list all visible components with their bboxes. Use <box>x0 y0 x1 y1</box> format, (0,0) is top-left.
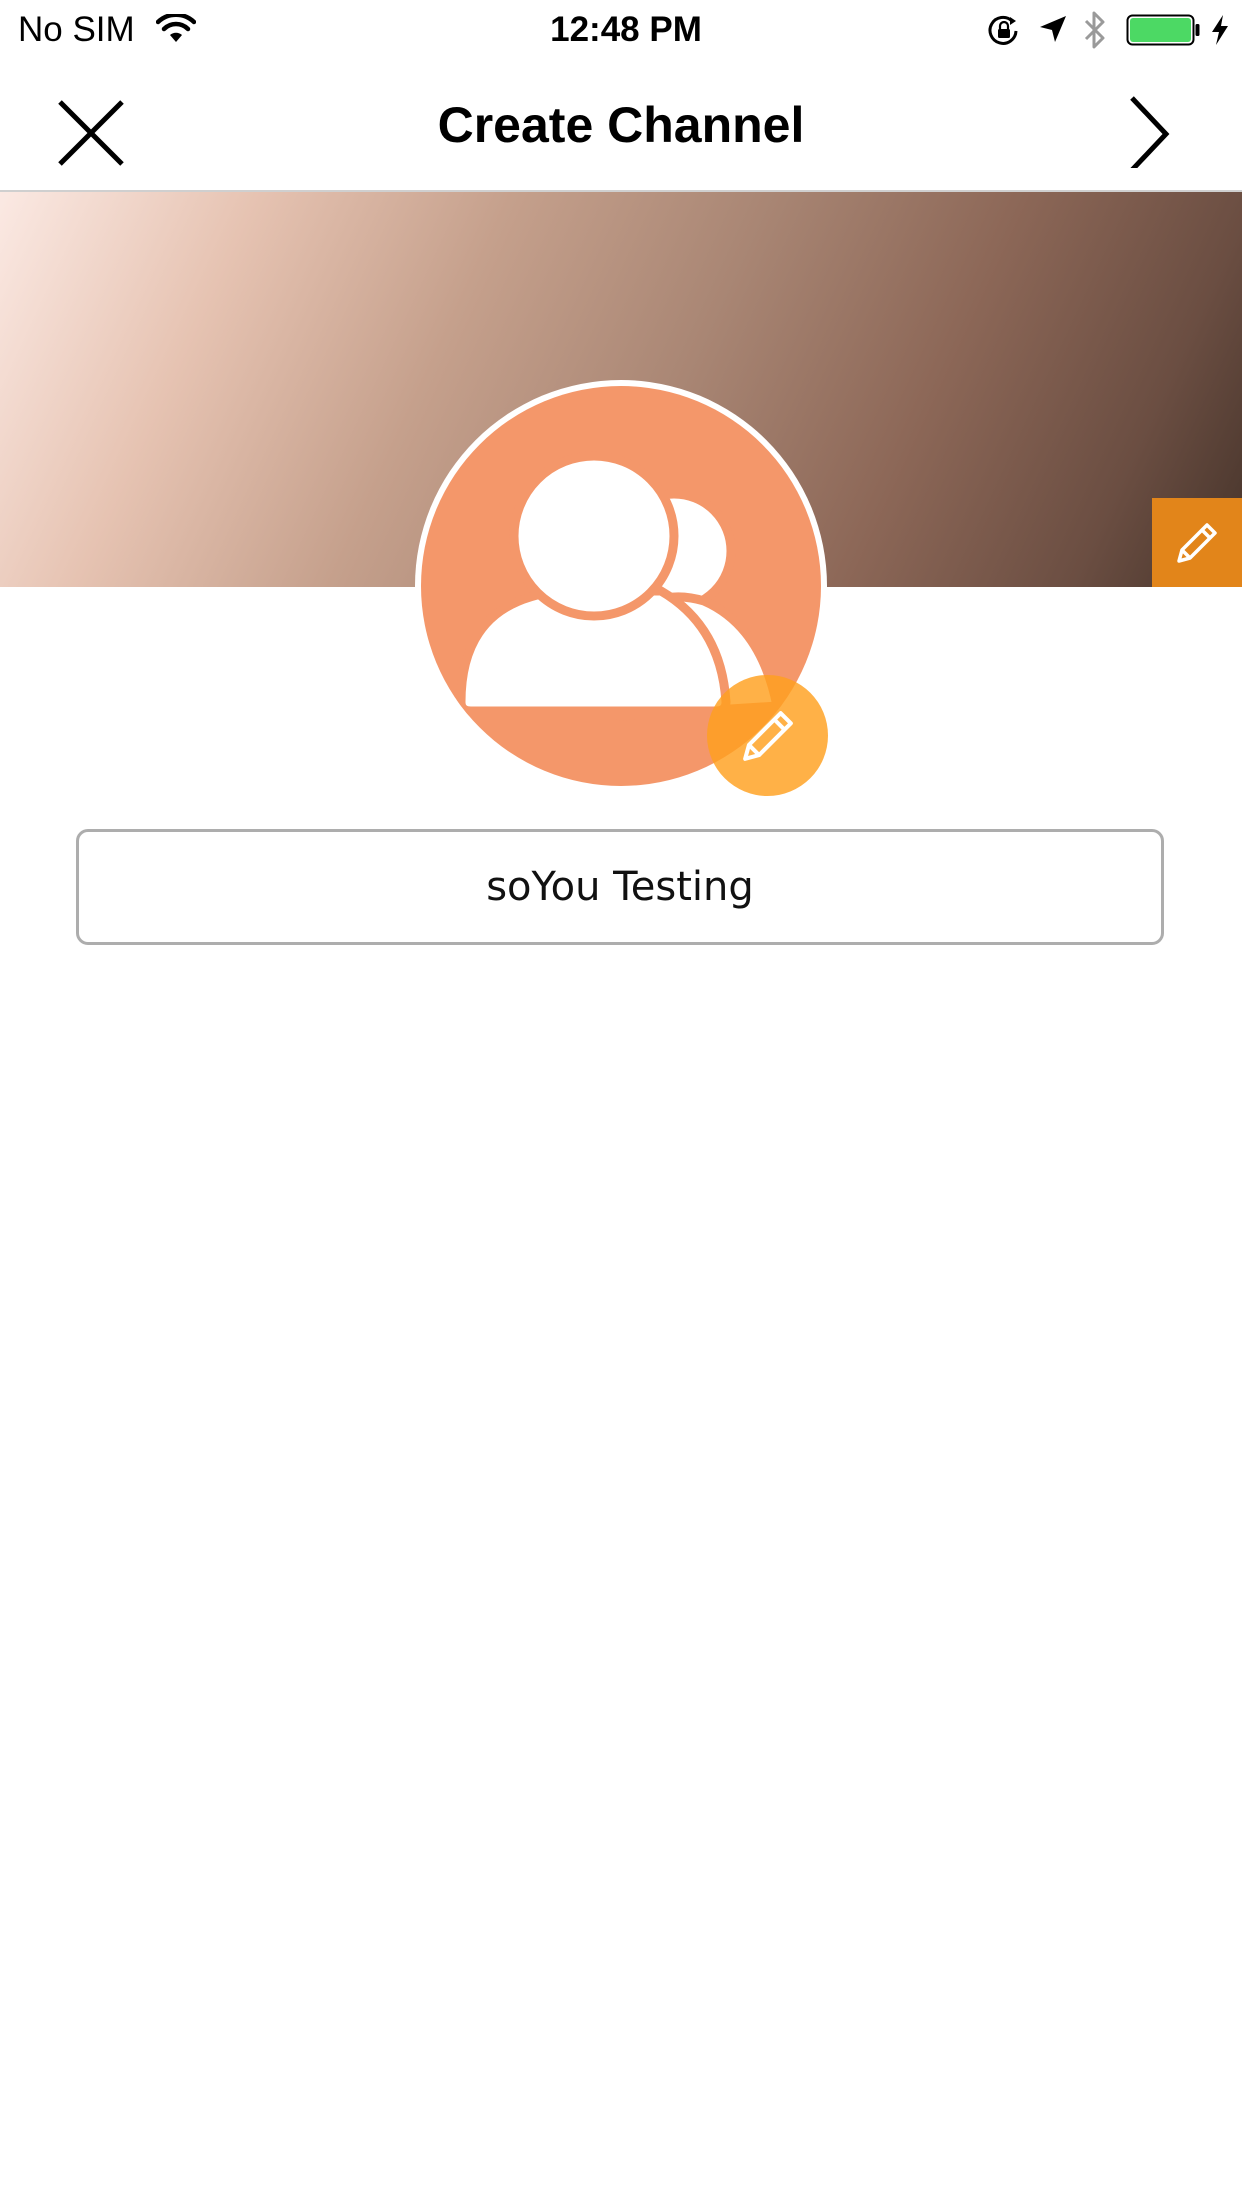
close-icon[interactable] <box>40 84 124 168</box>
channel-name-field[interactable] <box>76 829 1164 945</box>
cover-edit-button[interactable] <box>1152 498 1242 587</box>
chevron-right-icon[interactable] <box>1110 84 1194 168</box>
pencil-icon <box>742 710 793 761</box>
page-title: Create Channel <box>437 97 805 153</box>
channel-name-input[interactable] <box>79 832 1161 942</box>
bluetooth-icon <box>1084 11 1105 49</box>
battery-icon <box>1126 14 1200 46</box>
location-arrow-icon <box>1040 16 1066 42</box>
avatar-edit-button[interactable] <box>707 675 828 796</box>
rotation-lock-icon <box>988 15 1018 45</box>
charging-bolt-icon <box>1212 15 1228 45</box>
status-bar: No SIM 12:48 PM <box>0 0 1242 60</box>
create-channel-screen: No SIM 12:48 PM Create Channel <box>0 0 1242 2208</box>
navigation-bar: Create Channel <box>0 60 1242 190</box>
pencil-icon <box>1177 522 1217 563</box>
